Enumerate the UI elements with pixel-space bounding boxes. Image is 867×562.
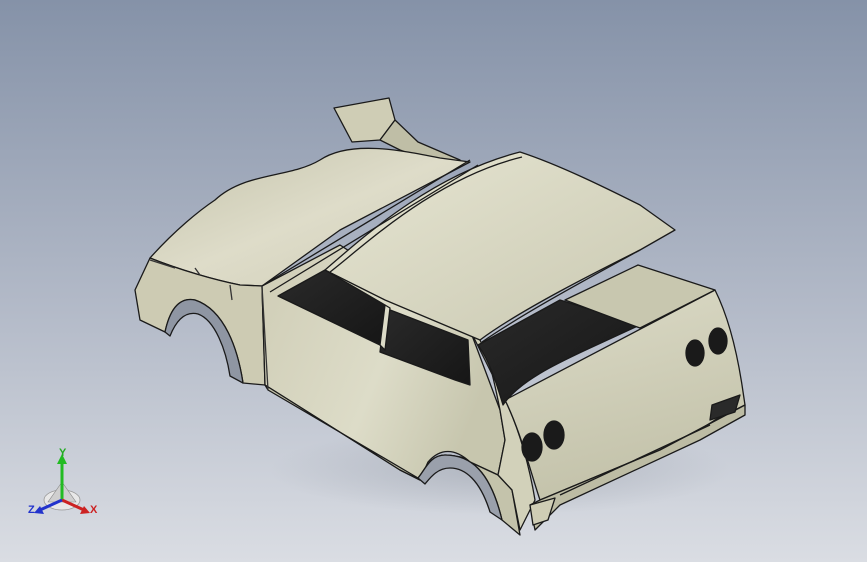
x-axis-label: X xyxy=(90,504,98,516)
z-axis-label: Z xyxy=(28,504,35,516)
tail-light-upper-1 xyxy=(685,339,705,367)
tail-light-lower-1 xyxy=(521,432,543,462)
tail-light-upper-2 xyxy=(708,327,728,355)
graphics-viewport[interactable]: Y Z X xyxy=(0,0,867,562)
tail-light-lower-2 xyxy=(543,420,565,450)
y-axis-label: Y xyxy=(59,447,67,459)
view-orientation-triad[interactable]: Y Z X xyxy=(22,448,104,524)
model-view[interactable] xyxy=(0,0,867,562)
